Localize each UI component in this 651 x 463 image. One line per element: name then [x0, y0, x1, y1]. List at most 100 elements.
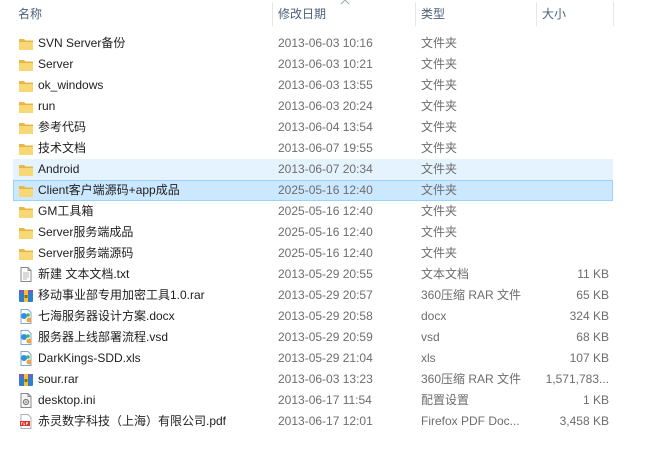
file-list-row[interactable]: 七海服务器设计方案.docx 2013-05-29 20:58 docx 324 KB — [13, 306, 613, 327]
file-name[interactable]: 技术文档 — [38, 139, 272, 158]
file-type: 360压缩 RAR 文件 — [421, 288, 522, 302]
file-type: 文件夹 — [421, 120, 458, 134]
folder-icon — [18, 77, 34, 94]
document-file-icon — [18, 350, 34, 367]
folder-icon — [18, 140, 34, 157]
file-list-row[interactable]: 服务器上线部署流程.vsd 2013-05-29 20:59 vsd 68 KB — [13, 327, 613, 348]
file-name[interactable]: 参考代码 — [38, 118, 272, 137]
file-type: xls — [421, 351, 436, 365]
file-list-row[interactable]: run 2013-06-03 20:24 文件夹 — [13, 96, 613, 117]
file-modified-date: 2013-06-03 20:24 — [278, 99, 373, 113]
file-list-row[interactable]: Server服务端成品 2025-05-16 12:40 文件夹 — [13, 222, 613, 243]
file-list-row[interactable]: Android 2013-06-07 20:34 文件夹 — [13, 159, 613, 180]
file-name[interactable]: 七海服务器设计方案.docx — [38, 307, 272, 326]
file-list-row[interactable]: ok_windows 2013-06-03 13:55 文件夹 — [13, 75, 613, 96]
file-list-row[interactable]: Server 2013-06-03 10:21 文件夹 — [13, 54, 613, 75]
file-list-row[interactable]: 技术文档 2013-06-07 19:55 文件夹 — [13, 138, 613, 159]
file-list-row[interactable]: Client客户端源码+app成品 2025-05-16 12:40 文件夹 — [13, 180, 613, 201]
file-name[interactable]: GM工具箱 — [38, 202, 272, 221]
file-size — [539, 97, 609, 116]
file-list-row[interactable]: sour.rar 2013-06-03 13:23 360压缩 RAR 文件 1,57… — [13, 369, 613, 390]
settings-file-icon — [18, 392, 34, 409]
file-modified-date: 2013-06-03 10:21 — [278, 57, 373, 71]
column-divider[interactable] — [415, 2, 416, 26]
file-modified-date: 2013-06-07 20:34 — [278, 162, 373, 176]
file-modified-date: 2013-05-29 20:58 — [278, 309, 373, 323]
file-type: 文件夹 — [421, 36, 458, 50]
file-list-row[interactable]: desktop.ini 2013-06-17 11:54 配置设置 1 KB — [13, 390, 613, 411]
column-header-name[interactable]: 名称 — [14, 0, 270, 28]
sort-ascending-icon — [340, 0, 350, 5]
file-list-row[interactable]: 参考代码 2013-06-04 13:54 文件夹 — [13, 117, 613, 138]
file-name[interactable]: DarkKings-SDD.xls — [38, 349, 272, 368]
folder-icon — [18, 182, 34, 199]
file-size — [539, 139, 609, 158]
file-list-row[interactable]: 移动事业部专用加密工具1.0.rar 2013-05-29 20:57 360压缩 … — [13, 285, 613, 306]
column-header-type[interactable]: 类型 — [417, 0, 535, 28]
file-name[interactable]: Server服务端成品 — [38, 223, 272, 242]
folder-icon — [18, 203, 34, 220]
file-type: vsd — [421, 330, 440, 344]
file-size: 65 KB — [576, 288, 609, 302]
column-header-bar: 名称 修改日期 类型 大小 — [0, 0, 651, 28]
folder-icon — [18, 35, 34, 52]
file-type: 文件夹 — [421, 78, 458, 92]
column-header-size[interactable]: 大小 — [538, 0, 613, 28]
file-type: 文件夹 — [421, 162, 458, 176]
rar-archive-icon — [18, 371, 34, 388]
file-name[interactable]: 服务器上线部署流程.vsd — [38, 328, 272, 347]
file-size — [539, 118, 609, 137]
file-type: 文件夹 — [421, 99, 458, 113]
folder-icon — [18, 119, 34, 136]
file-modified-date: 2013-06-07 19:55 — [278, 141, 373, 155]
file-modified-date: 2013-06-04 13:54 — [278, 120, 373, 134]
file-name[interactable]: Server — [38, 55, 272, 74]
file-name[interactable]: sour.rar — [38, 370, 272, 389]
file-modified-date: 2013-06-17 11:54 — [278, 393, 372, 407]
column-divider[interactable] — [613, 2, 614, 26]
file-modified-date: 2013-05-29 21:04 — [278, 351, 373, 365]
file-name[interactable]: Client客户端源码+app成品 — [38, 181, 272, 200]
file-list-row[interactable]: Server服务端源码 2025-05-16 12:40 文件夹 — [13, 243, 613, 264]
file-name[interactable]: Android — [38, 160, 272, 179]
file-modified-date: 2025-05-16 12:40 — [278, 183, 373, 197]
file-name[interactable]: 新建 文本文档.txt — [38, 265, 272, 284]
pdf-file-icon — [18, 413, 34, 430]
file-size: 1,571,783... — [545, 372, 609, 386]
file-name[interactable]: 移动事业部专用加密工具1.0.rar — [38, 286, 272, 305]
text-file-icon — [18, 266, 34, 283]
file-name[interactable]: desktop.ini — [38, 391, 272, 410]
file-list-row[interactable]: GM工具箱 2025-05-16 12:40 文件夹 — [13, 201, 613, 222]
file-type: 文件夹 — [421, 225, 458, 239]
file-modified-date: 2013-06-03 13:23 — [278, 372, 373, 386]
folder-icon — [18, 161, 34, 178]
folder-icon — [18, 98, 34, 115]
file-type: 文件夹 — [421, 141, 458, 155]
file-size — [539, 223, 609, 242]
file-list-row[interactable]: 赤灵数字科技（上海）有限公司.pdf 2013-06-17 12:01 Firefo… — [13, 411, 613, 432]
file-modified-date: 2025-05-16 12:40 — [278, 246, 373, 260]
file-type: 文件夹 — [421, 183, 458, 197]
file-list-row[interactable]: SVN Server备份 2013-06-03 10:16 文件夹 — [13, 33, 613, 54]
file-modified-date: 2025-05-16 12:40 — [278, 225, 373, 239]
file-type: 360压缩 RAR 文件 — [421, 372, 522, 386]
file-name[interactable]: run — [38, 97, 272, 116]
file-modified-date: 2013-06-03 13:55 — [278, 78, 373, 92]
file-name[interactable]: ok_windows — [38, 76, 272, 95]
file-name[interactable]: Server服务端源码 — [38, 244, 272, 263]
file-size — [539, 181, 609, 200]
file-size — [539, 34, 609, 53]
file-name[interactable]: SVN Server备份 — [38, 34, 272, 53]
file-modified-date: 2025-05-16 12:40 — [278, 204, 373, 218]
file-size — [539, 244, 609, 263]
file-name[interactable]: 赤灵数字科技（上海）有限公司.pdf — [38, 412, 272, 431]
column-divider[interactable] — [272, 2, 273, 26]
column-divider[interactable] — [536, 2, 537, 26]
folder-icon — [18, 224, 34, 241]
file-type: 文件夹 — [421, 57, 458, 71]
file-modified-date: 2013-06-17 12:01 — [278, 414, 373, 428]
file-list-row[interactable]: 新建 文本文档.txt 2013-05-29 20:55 文本文档 11 KB — [13, 264, 613, 285]
document-file-icon — [18, 329, 34, 346]
file-list-row[interactable]: DarkKings-SDD.xls 2013-05-29 21:04 xls 107 … — [13, 348, 613, 369]
file-type: 配置设置 — [421, 393, 470, 407]
